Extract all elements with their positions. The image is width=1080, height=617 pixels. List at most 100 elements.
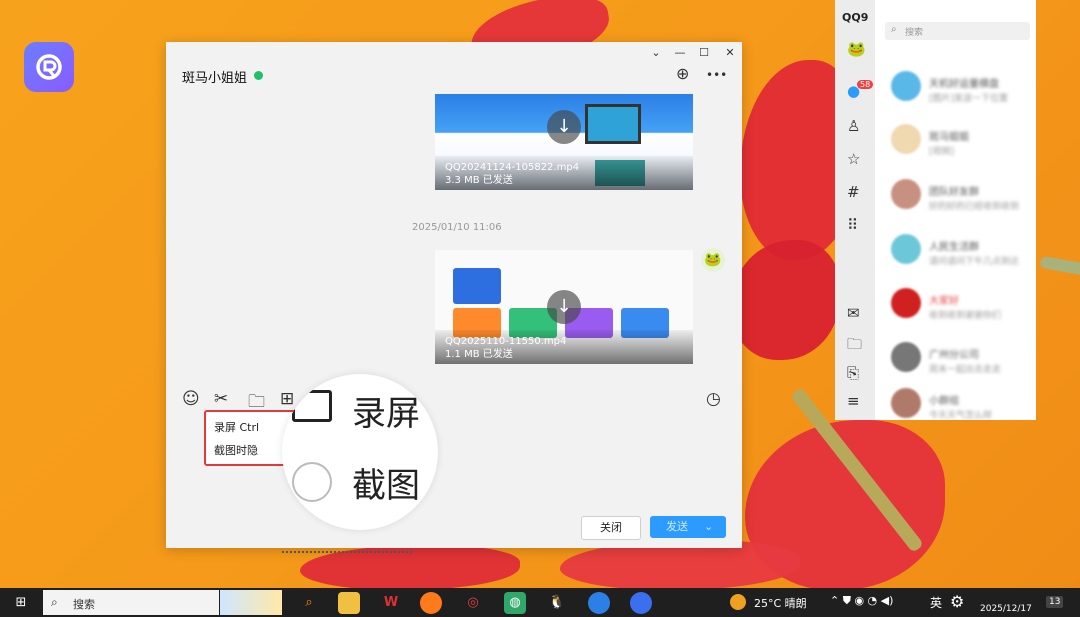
mail-icon[interactable]: ✉ [847, 304, 860, 322]
chevron-down-icon[interactable]: ⌄ [704, 516, 713, 538]
hashtag-icon[interactable]: # [847, 183, 860, 201]
file-explorer-icon[interactable] [338, 592, 360, 614]
contact-preview: 收到收到谢谢你们 [929, 311, 1002, 321]
search-app-icon[interactable]: ⌕ [298, 592, 320, 614]
chat-title: 斑马小姐姐 [182, 71, 248, 86]
qq-sidebar: QQ9 🐸 ● 58 ♙ ☆ # ⠿ ✉ 🗀 ⎘ ≡ [835, 0, 875, 420]
download-icon[interactable]: ↓ [547, 290, 581, 324]
windows-start-icon[interactable]: ⊞ [10, 592, 32, 614]
search-icon: ⌕ [891, 24, 897, 35]
file-size: 1.1 MB 已发送 [445, 349, 513, 360]
date-text[interactable]: 2025/12/17 [980, 604, 1032, 614]
avatar [891, 71, 921, 101]
list-item[interactable]: 团队好友群 好的好的已经收到收到 [885, 171, 1035, 221]
video-message[interactable]: ↓ QQ2025110-11550.mp4 1.1 MB 已发送 [435, 250, 693, 364]
avatar [891, 342, 921, 372]
search-highlight-icon [220, 590, 282, 615]
file-size: 3.3 MB 已发送 [445, 175, 513, 186]
app-icon[interactable] [630, 592, 652, 614]
record-screen-option[interactable]: 录屏 Ctrl [214, 419, 259, 435]
avatar [891, 288, 921, 318]
scissors-icon[interactable]: ✂ [214, 389, 228, 409]
contact-preview: [视频] [929, 147, 955, 157]
bookmark-icon[interactable]: ⎘ [847, 364, 859, 382]
contacts-icon[interactable]: ♙ [847, 117, 860, 135]
online-status-dot [254, 71, 263, 80]
list-item[interactable]: 大家好 收到收到谢谢你们 [885, 280, 1035, 330]
close-window-button[interactable]: ✕ [718, 46, 742, 59]
qq-main-panel: QQ9 🐸 ● 58 ♙ ☆ # ⠿ ✉ 🗀 ⎘ ≡ ⌕ 搜索 天机好运量横盘 … [835, 0, 1036, 421]
wps-icon[interactable]: W [380, 592, 402, 614]
minimize-button[interactable]: — [668, 46, 692, 59]
folder-icon[interactable]: 🗀 [847, 334, 862, 359]
hide-window-option[interactable]: 截图时隐 [214, 442, 258, 458]
search-icon: ⌕ [51, 595, 58, 609]
search-input[interactable]: ⌕ 搜索 [885, 22, 1030, 40]
menu-icon[interactable]: ≡ [847, 392, 860, 410]
avatar[interactable]: 🐸 [701, 248, 725, 272]
list-item[interactable]: 天机好运量横盘 [图片]发送一下位置 [885, 63, 1035, 113]
screenshot-label: 截图 [352, 466, 420, 506]
app-icon[interactable]: ◎ [462, 592, 484, 614]
search-placeholder: 搜索 [905, 28, 924, 38]
thumbnail-banner [453, 268, 501, 304]
contact-name: 天机好运量横盘 [929, 79, 999, 90]
close-button[interactable]: 关闭 [581, 516, 641, 540]
send-label: 发送 [666, 520, 688, 533]
flower-stem [1039, 255, 1080, 277]
message-timestamp: 2025/01/10 11:06 [412, 222, 502, 233]
contact-name: 斑马姐姐 [929, 132, 969, 143]
list-item[interactable]: 小群组 今天天气怎么样 [885, 380, 1035, 430]
unread-badge: 58 [857, 80, 874, 89]
thumbnail-screen [585, 104, 641, 144]
r-logo-icon[interactable] [24, 42, 74, 92]
weather-text: 25°C 晴朗 [754, 597, 807, 610]
emoji-icon[interactable]: ☺ [182, 389, 200, 409]
taskbar-search[interactable]: ⌕ 搜索 [43, 590, 219, 615]
firefox-icon[interactable] [420, 592, 442, 614]
flower-petal [730, 240, 840, 360]
add-icon[interactable]: ⊕ [676, 64, 689, 83]
avatar [891, 124, 921, 154]
qq-icon[interactable]: 🐧 [546, 592, 568, 614]
radio-icon [292, 462, 332, 502]
zoom-lens: 录屏 截图 [282, 374, 438, 530]
chevron-down-icon[interactable]: ⌄ [644, 46, 668, 59]
search-placeholder: 搜索 [73, 598, 95, 611]
qq-logo: QQ9 [842, 11, 869, 24]
list-item[interactable]: 斑马姐姐 [视频] [885, 116, 1035, 166]
app-icon[interactable]: ◍ [504, 592, 526, 614]
avatar [891, 234, 921, 264]
contact-name: 团队好友群 [929, 187, 979, 198]
chat-window: ⌄ — ☐ ✕ 斑马小姐姐 ⊕ ••• ↓ QQ20241124-105822.… [166, 42, 742, 548]
dotted-divider [282, 551, 412, 553]
contact-name: 小群组 [929, 396, 959, 407]
contact-name: 大家好 [929, 296, 959, 307]
download-icon[interactable]: ↓ [547, 110, 581, 144]
list-item[interactable]: 广州分公司 周末一起出去走走 [885, 334, 1035, 384]
contact-preview: [图片]发送一下位置 [929, 94, 1009, 104]
send-button[interactable]: 发送 ⌄ [650, 516, 726, 538]
notification-count[interactable]: 13 [1046, 596, 1064, 608]
conversation-list: ⌕ 搜索 天机好运量横盘 [图片]发送一下位置 斑马姐姐 [视频] 团队好友群 … [875, 0, 1036, 421]
contact-name: 广州分公司 [929, 350, 979, 361]
video-message[interactable]: ↓ QQ20241124-105822.mp4 3.3 MB 已发送 [435, 94, 693, 190]
app-tray-icon[interactable]: ⚙ [950, 592, 964, 611]
weather-icon [730, 594, 746, 610]
avatar-icon[interactable]: 🐸 [847, 40, 866, 58]
tray-icons[interactable]: ⌃ ⛊ ◉ ◔ ◀) [830, 594, 893, 608]
avatar [891, 388, 921, 418]
history-icon[interactable]: ◷ [706, 389, 721, 409]
avatar [891, 179, 921, 209]
record-screen-label: 录屏 [352, 394, 420, 434]
more-icon[interactable]: ••• [706, 68, 727, 82]
contact-preview: 请问请问下午几点到达 [929, 257, 1020, 267]
star-icon[interactable]: ☆ [847, 150, 860, 168]
maximize-button[interactable]: ☐ [692, 46, 716, 59]
contact-preview: 好的好的已经收到收到 [929, 202, 1020, 212]
language-indicator[interactable]: 英 [930, 594, 942, 611]
apps-grid-icon[interactable]: ⠿ [847, 216, 858, 234]
list-item[interactable]: 人民生活群 请问请问下午几点到达 [885, 226, 1035, 276]
contact-name: 人民生活群 [929, 242, 979, 253]
browser-icon[interactable] [588, 592, 610, 614]
